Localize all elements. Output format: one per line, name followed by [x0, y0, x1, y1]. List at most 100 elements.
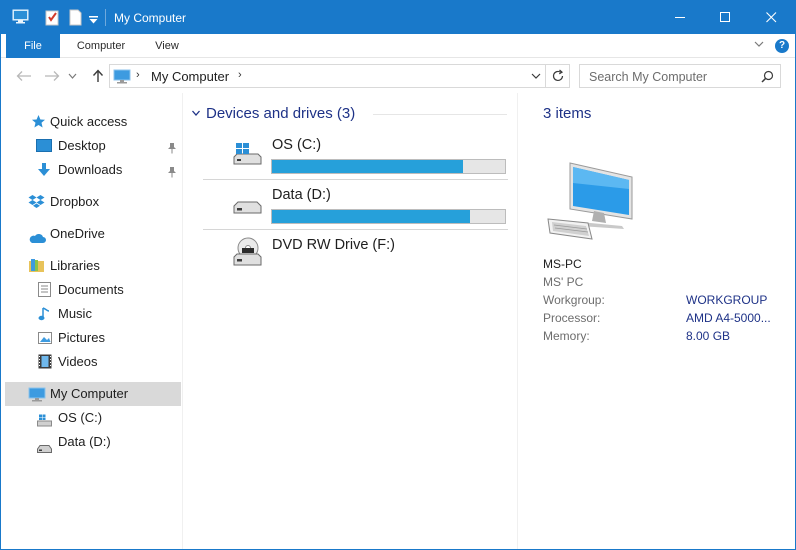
- hard-drive-icon: [233, 201, 262, 217]
- back-button[interactable]: [15, 67, 33, 85]
- drive-tile-data-d[interactable]: Data (D:): [203, 181, 508, 230]
- sidebar-item-label: Pictures: [58, 330, 105, 345]
- sidebar-item-documents[interactable]: Documents: [1, 279, 182, 301]
- star-icon: [31, 114, 46, 136]
- close-button[interactable]: [748, 1, 794, 34]
- sidebar-item-videos[interactable]: Videos: [1, 351, 182, 373]
- properties-icon[interactable]: [45, 9, 59, 29]
- minimize-button[interactable]: [657, 1, 703, 34]
- breadcrumb-location[interactable]: My Computer: [151, 69, 229, 84]
- property-label-memory: Memory:: [543, 329, 590, 343]
- customize-toolbar-dropdown-icon[interactable]: [89, 13, 98, 27]
- sidebar-item-my-computer[interactable]: My Computer: [5, 382, 181, 406]
- sidebar-item-label: OneDrive: [50, 226, 105, 241]
- close-icon: [765, 12, 776, 23]
- collapse-group-chevron-icon[interactable]: [191, 107, 201, 121]
- title-separator: [105, 9, 106, 26]
- computer-description: MS' PC: [543, 275, 584, 289]
- ribbon-tabs: File Computer View ?: [1, 34, 795, 58]
- windows-drive-icon: [233, 142, 262, 169]
- search-icon[interactable]: [761, 70, 774, 86]
- search-input[interactable]: Search My Computer: [589, 70, 707, 84]
- sidebar-item-quick-access[interactable]: Quick access: [1, 111, 182, 133]
- maximize-button[interactable]: [702, 1, 748, 34]
- download-icon: [37, 162, 51, 184]
- address-bar[interactable]: › My Computer ›: [109, 64, 546, 88]
- drive-usage-fill: [272, 160, 464, 173]
- pin-icon[interactable]: [167, 139, 177, 161]
- drive-usage-bar: [271, 209, 506, 224]
- sidebar-item-label: Quick access: [50, 114, 128, 129]
- help-icon[interactable]: ?: [775, 39, 789, 53]
- sidebar-item-music[interactable]: Music: [1, 303, 182, 325]
- window-title: My Computer: [114, 11, 187, 25]
- pin-icon[interactable]: [167, 163, 177, 185]
- navigation-pane: Quick access Desktop Downloads Dropbox O…: [1, 93, 183, 549]
- sidebar-item-label: Dropbox: [50, 194, 100, 209]
- maximize-icon: [719, 12, 730, 22]
- property-label-workgroup: Workgroup:: [543, 293, 605, 307]
- details-pane: 3 items MS-PC MS' PC Workgroup: WORKGROU…: [517, 93, 795, 549]
- tab-file[interactable]: File: [6, 34, 60, 58]
- computer-icon[interactable]: [12, 9, 29, 27]
- up-button[interactable]: [89, 67, 107, 85]
- minimize-icon: [674, 17, 685, 18]
- sidebar-item-os-c[interactable]: OS (C:): [1, 407, 182, 429]
- drive-usage-bar: [271, 159, 506, 174]
- sidebar-item-label: Desktop: [58, 138, 106, 153]
- tab-computer[interactable]: Computer: [67, 34, 135, 58]
- forward-arrow-icon: [45, 71, 60, 81]
- chevron-down-icon: [68, 73, 76, 79]
- dvd-drive-icon: [233, 237, 262, 270]
- navigation-bar: › My Computer › Search My Computer: [1, 59, 795, 93]
- computer-name: MS-PC: [543, 257, 582, 271]
- sidebar-item-label: My Computer: [50, 386, 129, 401]
- up-arrow-icon: [92, 69, 104, 82]
- drive-tile-os-c[interactable]: OS (C:): [203, 131, 508, 180]
- tab-view[interactable]: View: [143, 34, 191, 58]
- address-dropdown-chevron-icon[interactable]: [530, 70, 542, 85]
- sidebar-item-data-d[interactable]: Data (D:): [1, 431, 182, 453]
- refresh-button[interactable]: [546, 64, 570, 88]
- sidebar-item-dropbox[interactable]: Dropbox: [1, 191, 182, 213]
- property-value-workgroup: WORKGROUP: [686, 293, 768, 307]
- breadcrumb-chevron-icon[interactable]: ›: [136, 69, 140, 81]
- sidebar-item-desktop[interactable]: Desktop: [1, 135, 182, 157]
- explorer-window: My Computer File Computer View ? › My Co…: [0, 0, 796, 550]
- group-divider: [373, 114, 507, 115]
- breadcrumb-chevron-icon[interactable]: ›: [238, 69, 242, 81]
- sidebar-item-label: Data (D:): [58, 434, 111, 449]
- item-count: 3 items: [543, 105, 592, 122]
- sidebar-item-libraries[interactable]: Libraries: [1, 255, 182, 277]
- film-strip-icon: [38, 354, 52, 376]
- drive-usage-fill: [272, 210, 471, 223]
- sidebar-item-label: Downloads: [58, 162, 123, 177]
- music-note-icon: [38, 306, 51, 328]
- picture-icon: [38, 330, 52, 352]
- new-folder-icon[interactable]: [69, 9, 82, 29]
- property-value-processor: AMD A4-5000...: [686, 311, 771, 325]
- sidebar-item-label: Music: [58, 306, 92, 321]
- search-box[interactable]: Search My Computer: [579, 64, 781, 88]
- recent-locations-button[interactable]: [66, 67, 78, 85]
- sidebar-item-downloads[interactable]: Downloads: [1, 159, 182, 181]
- sidebar-item-pictures[interactable]: Pictures: [1, 327, 182, 349]
- libraries-icon: [28, 258, 45, 280]
- expand-ribbon-chevron-icon[interactable]: [753, 38, 765, 53]
- computer-icon: [113, 69, 131, 87]
- computer-icon: [546, 159, 634, 246]
- drive-divider: [203, 179, 508, 180]
- cloud-icon: [28, 229, 46, 251]
- back-arrow-icon: [16, 71, 31, 81]
- sidebar-item-label: OS (C:): [58, 410, 103, 425]
- drive-divider: [203, 229, 508, 230]
- forward-button[interactable]: [43, 67, 61, 85]
- hard-drive-icon: [37, 438, 52, 460]
- refresh-icon: [552, 69, 563, 82]
- desktop-icon: [36, 138, 52, 160]
- group-header-devices[interactable]: Devices and drives (3): [206, 105, 355, 122]
- document-icon: [38, 282, 51, 304]
- sidebar-item-onedrive[interactable]: OneDrive: [1, 223, 182, 245]
- drive-tile-dvd-f[interactable]: DVD RW Drive (F:): [203, 231, 508, 280]
- sidebar-item-label: Documents: [58, 282, 124, 297]
